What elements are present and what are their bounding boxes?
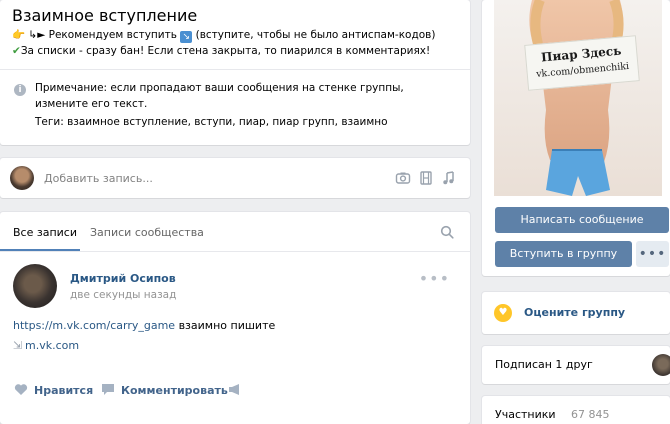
megaphone-icon[interactable] <box>228 383 242 400</box>
post-author-avatar[interactable] <box>13 264 57 308</box>
rate-group-label[interactable]: Оцените группу <box>524 306 625 319</box>
music-icon[interactable] <box>440 170 456 186</box>
group-avatar-image[interactable]: Пиар Здесь vk.com/obmenchiki <box>494 0 662 196</box>
group-tags: Теги: взаимное вступление, вступи, пиар,… <box>35 116 388 128</box>
check-icon: ✔ <box>12 45 21 57</box>
post-link[interactable]: https://m.vk.com/carry_game <box>13 319 175 332</box>
tab-all-posts[interactable]: Все записи <box>13 226 77 239</box>
wall-card: Все записи Записи сообщества Дмитрий Оси… <box>0 212 470 424</box>
friend-avatar[interactable] <box>652 354 670 376</box>
post-timestamp[interactable]: две секунды назад <box>70 289 176 301</box>
info-icon: i <box>14 84 26 96</box>
post-body: https://m.vk.com/carry_game взаимно пиши… <box>13 319 275 332</box>
friends-subscribed-label[interactable]: Подписан 1 друг <box>495 358 593 371</box>
group-description: Примечание: если пропадают ваши сообщени… <box>35 82 404 110</box>
compose-post-card <box>0 158 470 198</box>
group-header-card: Взаимное вступление 👉 ↳► Рекомендуем вст… <box>0 0 470 145</box>
friends-card[interactable]: Подписан 1 друг <box>482 346 670 384</box>
members-count: 67 845 <box>571 408 610 421</box>
arrow-icon: ↳► <box>28 29 46 41</box>
more-actions-button[interactable]: ••• <box>636 241 669 267</box>
status-text-2: (вступите, чтобы не было антиспам-кодов) <box>192 29 436 41</box>
compose-input[interactable] <box>44 170 344 186</box>
rate-group-card[interactable]: ♥ Оцените группу <box>482 292 670 334</box>
members-label[interactable]: Участники <box>495 408 556 421</box>
join-group-button[interactable]: Вступить в группу <box>495 241 632 267</box>
tab-community-posts[interactable]: Записи сообщества <box>90 226 204 239</box>
arrow-box-icon: ↘ <box>180 31 193 43</box>
post-menu-icon[interactable]: ••• <box>419 269 450 288</box>
group-status: 👉 ↳► Рекомендуем вступить ↘ (вступите, ч… <box>12 27 460 59</box>
members-card[interactable]: Участники 67 845 <box>482 396 670 424</box>
post-author-name[interactable]: Дмитрий Осипов <box>70 272 176 285</box>
camera-icon[interactable] <box>395 170 411 186</box>
heart-icon: ♥ <box>494 304 512 322</box>
post-attachment[interactable]: ⇲ m.vk.com <box>13 338 455 356</box>
active-tab-indicator <box>0 249 80 251</box>
heart-icon[interactable] <box>14 383 28 400</box>
attachment-label[interactable]: m.vk.com <box>25 339 79 352</box>
comment-icon[interactable] <box>101 383 115 400</box>
search-icon[interactable] <box>440 225 454 239</box>
divider <box>0 69 470 70</box>
hand-pointing-icon: 👉 <box>12 29 26 41</box>
post-text: взаимно пишите <box>175 319 276 332</box>
comment-button[interactable]: Комментировать <box>121 384 228 397</box>
group-cover-card: Пиар Здесь vk.com/obmenchiki Написать со… <box>482 0 670 276</box>
status-text-3: За списки - сразу бан! Если стена закрыт… <box>20 45 431 57</box>
link-icon: ⇲ <box>13 339 23 352</box>
post-actions: Нравится Комментировать <box>0 374 470 404</box>
avatar[interactable] <box>10 166 34 190</box>
status-text-1: Рекомендуем вступить <box>45 29 181 41</box>
video-icon[interactable] <box>418 170 434 186</box>
like-button[interactable]: Нравится <box>34 384 93 397</box>
page-title: Взаимное вступление <box>12 6 198 25</box>
send-message-button[interactable]: Написать сообщение <box>495 207 669 233</box>
promo-sign: Пиар Здесь vk.com/obmenchiki <box>524 35 640 91</box>
wall-tabs: Все записи Записи сообщества <box>0 212 470 252</box>
